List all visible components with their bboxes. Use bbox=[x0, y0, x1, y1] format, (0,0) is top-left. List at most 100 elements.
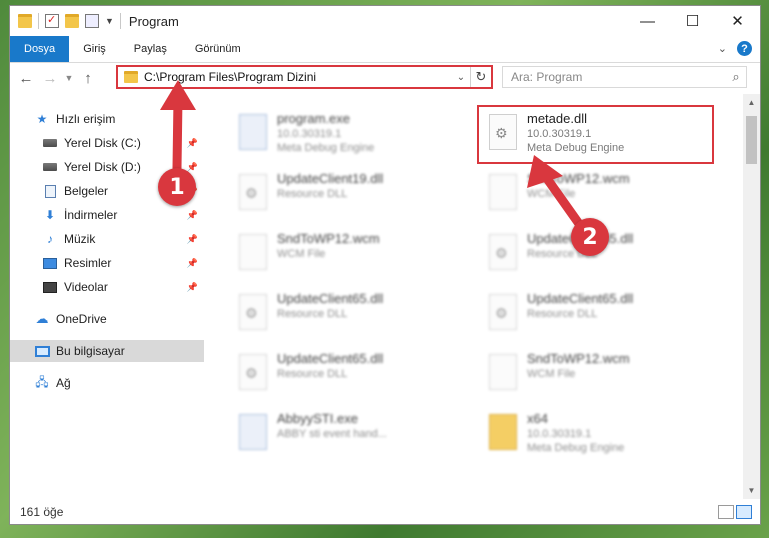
dll-gear-icon bbox=[239, 354, 267, 390]
expand-ribbon-icon[interactable]: ⌄ bbox=[718, 42, 727, 55]
file-description: Meta Debug Engine bbox=[527, 442, 625, 454]
pin-icon[interactable]: 📌 bbox=[187, 234, 198, 245]
dll-gear-icon bbox=[489, 294, 517, 330]
sidebar-item-quick-access[interactable]: ★ Hızlı erişim bbox=[10, 108, 228, 130]
star-icon: ★ bbox=[36, 112, 48, 126]
list-item[interactable]: program.exe 10.0.30319.1 Meta Debug Engi… bbox=[227, 106, 467, 158]
sidebar-item-this-pc[interactable]: Bu bilgisayar bbox=[10, 340, 204, 362]
sidebar-item-onedrive[interactable]: ☁ OneDrive bbox=[10, 308, 204, 330]
properties-icon[interactable] bbox=[45, 13, 59, 28]
file-version: 10.0.30319.1 bbox=[527, 428, 592, 440]
list-item[interactable]: UpdateClient65.dll Resource DLL bbox=[477, 286, 717, 338]
status-bar: 161 öğe bbox=[10, 500, 760, 524]
blank-file-icon bbox=[239, 234, 267, 270]
file-name: UpdateClient65.dll bbox=[527, 291, 634, 306]
file-name: x64 bbox=[527, 411, 548, 426]
sidebar-item-label: Yerel Disk (D:) bbox=[64, 160, 141, 174]
refresh-icon[interactable]: ↻ bbox=[470, 67, 491, 87]
scroll-down-icon[interactable]: ▼ bbox=[743, 482, 760, 499]
address-path[interactable]: C:\Program Files\Program Dizini bbox=[144, 70, 452, 84]
scroll-up-icon[interactable]: ▲ bbox=[743, 94, 760, 111]
highlight-box bbox=[477, 105, 714, 164]
file-description: ABBY sti event hand... bbox=[277, 428, 387, 440]
blank-file-icon bbox=[489, 354, 517, 390]
tab-home[interactable]: Giriş bbox=[69, 36, 120, 62]
sidebar-item-label: İndirmeler bbox=[64, 208, 118, 222]
computer-icon bbox=[34, 344, 50, 358]
sidebar-item-music[interactable]: ♪ Müzik 📌 bbox=[10, 228, 204, 250]
dll-gear-icon bbox=[489, 234, 517, 270]
document-icon bbox=[42, 184, 58, 198]
sidebar-item-label: Belgeler bbox=[64, 184, 109, 198]
sidebar-item-disk-c[interactable]: Yerel Disk (C:) 📌 bbox=[10, 132, 204, 154]
file-description: Meta Debug Engine bbox=[277, 142, 375, 154]
step-marker-2: 2 bbox=[571, 218, 609, 256]
list-item[interactable]: UpdateClient65.dll Resource DLL bbox=[227, 346, 467, 398]
tab-share[interactable]: Paylaş bbox=[120, 36, 181, 62]
list-item[interactable]: x64 10.0.30319.1 Meta Debug Engine bbox=[477, 406, 717, 458]
customize-toolbar-icon[interactable] bbox=[85, 14, 99, 28]
list-item[interactable]: UpdateClient19.dll Resource DLL bbox=[227, 166, 467, 218]
video-icon bbox=[42, 280, 58, 294]
list-item[interactable]: UpdateClient65.dll Resource DLL bbox=[227, 286, 467, 338]
tab-file[interactable]: Dosya bbox=[10, 36, 70, 62]
file-name: program.exe bbox=[277, 111, 350, 126]
picture-icon bbox=[42, 256, 58, 270]
file-list: program.exe 10.0.30319.1 Meta Debug Engi… bbox=[207, 94, 739, 499]
title-bar: ▼ Program — ☐ ✕ bbox=[10, 6, 760, 36]
search-input[interactable] bbox=[503, 69, 726, 85]
list-item[interactable]: SndToWP12.wcm WCM File bbox=[477, 166, 717, 218]
drive-icon bbox=[42, 160, 58, 174]
address-bar[interactable]: C:\Program Files\Program Dizini ⌄ ↻ bbox=[116, 65, 493, 89]
exe-icon bbox=[239, 114, 267, 150]
close-button[interactable]: ✕ bbox=[715, 6, 760, 36]
sidebar-item-videos[interactable]: Videolar 📌 bbox=[10, 276, 204, 298]
quick-access-toolbar: ▼ bbox=[18, 13, 121, 29]
pin-icon[interactable]: 📌 bbox=[187, 282, 198, 293]
network-icon: 🖧 bbox=[35, 374, 49, 389]
maximize-button[interactable]: ☐ bbox=[670, 6, 715, 36]
scroll-thumb[interactable] bbox=[746, 116, 757, 164]
drive-icon bbox=[42, 136, 58, 150]
search-icon[interactable]: ⌕ bbox=[726, 69, 746, 85]
dll-gear-icon bbox=[239, 174, 267, 210]
file-name: SndToWP12.wcm bbox=[277, 231, 380, 246]
file-name: UpdateClient65.dll bbox=[277, 291, 384, 306]
window-controls: — ☐ ✕ bbox=[625, 6, 760, 36]
recent-locations-icon[interactable]: ▼ bbox=[62, 73, 76, 83]
up-button[interactable]: ↑ bbox=[76, 70, 100, 87]
explorer-window: ▼ Program — ☐ ✕ Dosya Giriş Paylaş Görün… bbox=[9, 5, 761, 525]
window-title: Program bbox=[128, 13, 179, 29]
tiles-view-icon[interactable] bbox=[736, 505, 752, 519]
file-type: Resource DLL bbox=[527, 308, 598, 320]
minimize-button[interactable]: — bbox=[625, 6, 670, 36]
file-type: WCM File bbox=[277, 248, 326, 260]
music-icon: ♪ bbox=[47, 232, 53, 246]
help-icon[interactable]: ? bbox=[737, 41, 752, 56]
list-item[interactable]: SndToWP12.wcm WCM File bbox=[477, 346, 717, 398]
pin-icon[interactable]: 📌 bbox=[187, 258, 198, 269]
back-button[interactable]: ← bbox=[14, 70, 38, 87]
pin-icon[interactable]: 📌 bbox=[187, 138, 198, 149]
tab-view[interactable]: Görünüm bbox=[181, 36, 255, 62]
chevron-down-icon[interactable]: ▼ bbox=[105, 16, 114, 26]
chevron-down-icon[interactable]: ⌄ bbox=[452, 72, 470, 83]
pin-icon[interactable]: 📌 bbox=[187, 210, 198, 221]
sidebar-item-network[interactable]: 🖧 Ağ bbox=[10, 372, 204, 394]
list-item[interactable]: SndToWP12.wcm WCM File bbox=[227, 226, 467, 278]
sidebar-item-label: Hızlı erişim bbox=[56, 112, 116, 126]
new-folder-icon[interactable] bbox=[65, 14, 79, 28]
list-item[interactable]: AbbyySTI.exe ABBY sti event hand... bbox=[227, 406, 467, 458]
toolbar-divider bbox=[38, 13, 39, 29]
view-buttons bbox=[718, 505, 752, 519]
details-view-icon[interactable] bbox=[718, 505, 734, 519]
file-version: 10.0.30319.1 bbox=[277, 128, 342, 140]
navigation-bar: ← → ▼ ↑ C:\Program Files\Program Dizini … bbox=[10, 63, 760, 93]
forward-button[interactable]: → bbox=[38, 70, 62, 87]
sidebar-item-downloads[interactable]: ⬇ İndirmeler 📌 bbox=[10, 204, 204, 226]
file-name: UpdateClient19.dll bbox=[277, 171, 384, 186]
vertical-scrollbar[interactable]: ▲ ▼ bbox=[743, 94, 760, 499]
sidebar-item-pictures[interactable]: Resimler 📌 bbox=[10, 252, 204, 274]
step-marker-1: 1 bbox=[158, 168, 196, 206]
search-box[interactable]: ⌕ bbox=[502, 66, 747, 88]
